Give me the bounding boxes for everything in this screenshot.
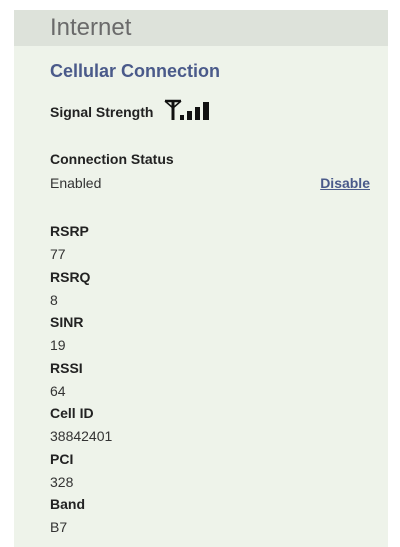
- signal-strength-row: Signal Strength: [50, 96, 370, 127]
- metric-sinr: SINR 19: [50, 314, 370, 360]
- antenna-icon: [164, 99, 182, 120]
- signal-strength-icon: [161, 96, 217, 127]
- metric-value: 19: [50, 337, 66, 353]
- signal-bar-1: [180, 115, 185, 120]
- metric-cell-id: Cell ID 38842401: [50, 405, 370, 451]
- metric-value: B7: [50, 519, 68, 535]
- disable-link[interactable]: Disable: [320, 175, 370, 191]
- metric-label: Band: [50, 496, 85, 512]
- metric-rsrq: RSRQ 8: [50, 269, 370, 315]
- metric-value: 328: [50, 473, 74, 490]
- metric-value: 77: [50, 246, 66, 262]
- connection-status-value: Enabled: [50, 175, 102, 191]
- signal-bar-4: [203, 102, 210, 120]
- metric-label: PCI: [50, 450, 74, 467]
- connection-status-label: Connection Status: [50, 151, 174, 167]
- signal-bar-2: [187, 111, 193, 120]
- panel-title: Internet: [50, 14, 132, 41]
- connection-status-row: Enabled Disable: [50, 175, 370, 191]
- connection-status: Connection Status Enabled Disable: [50, 151, 370, 191]
- metric-value: 38842401: [50, 428, 113, 444]
- metric-label: RSRQ: [50, 268, 91, 285]
- signal-strength-label: Signal Strength: [50, 103, 154, 120]
- metric-rsrp: RSRP 77: [50, 223, 370, 269]
- metric-label: RSSI: [50, 359, 83, 376]
- signal-bar-3: [195, 107, 201, 120]
- metric-value: 8: [50, 291, 58, 308]
- metric-rssi: RSSI 64: [50, 360, 370, 406]
- metric-label: Cell ID: [50, 405, 94, 421]
- metric-pci: PCI 328: [50, 451, 370, 497]
- metric-value: 64: [50, 382, 66, 399]
- section-title: Cellular Connection: [50, 61, 221, 81]
- metric-label: SINR: [50, 314, 84, 330]
- panel-header: Internet: [14, 10, 388, 46]
- metric-label: RSRP: [50, 223, 89, 239]
- metric-band: Band B7: [50, 496, 370, 542]
- panel-content: Cellular Connection Signal Strength Conn…: [14, 61, 388, 542]
- metrics-list: RSRP 77 RSRQ 8 SINR 19 RSSI 64 Cell ID 3…: [50, 223, 370, 542]
- internet-panel: Internet Cellular Connection Signal Stre…: [14, 10, 388, 547]
